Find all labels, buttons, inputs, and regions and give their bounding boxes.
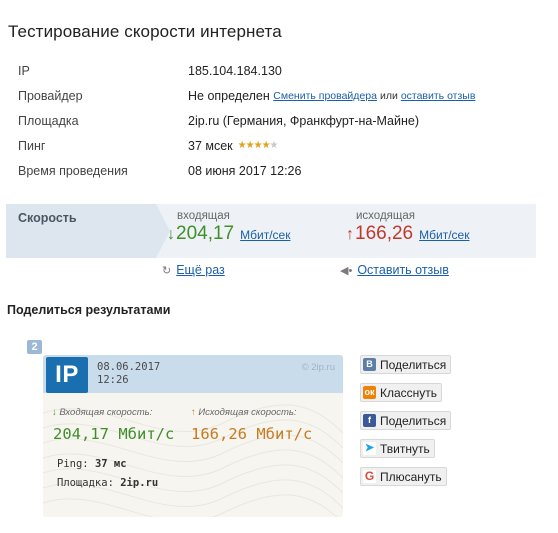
card-date: 08.06.2017 [97, 361, 161, 373]
ip-value: 185.104.184.130 [188, 63, 282, 78]
provider-value: Не определен Сменить провайдера или оста… [188, 89, 475, 103]
info-row-ping: Пинг 37 мсек ★★★★★ [18, 133, 538, 158]
card-outgoing-caption: ↑ Исходящая скорость: [191, 407, 297, 418]
star-icon: ★ [237, 140, 247, 151]
card-incoming-caption: ↓ Входящая скорость: [52, 407, 152, 418]
card-datetime: 08.06.2017 12:26 [97, 361, 160, 387]
star-icon: ★ [253, 140, 263, 151]
review-action[interactable]: ◀• Оставить отзыв [340, 263, 449, 277]
place-value: 2ip.ru (Германия, Франкфурт-на-Майне) [188, 113, 420, 128]
star-icon: ★ [269, 140, 279, 151]
ip-logo: IP [46, 357, 88, 393]
share-vk-button[interactable]: В Поделиться [360, 355, 452, 374]
incoming-value: 204,17 [176, 223, 235, 244]
retry-action[interactable]: ↻ Ещё раз [162, 263, 225, 277]
ping-value-wrap: 37 мсек ★★★★★ [188, 139, 278, 153]
outgoing-speed: исходящая ↑ 166,26 Мбит/сек [346, 210, 469, 245]
card-place: Площадка: 2ip.ru [57, 477, 158, 489]
leave-review-link[interactable]: оставить отзыв [401, 90, 476, 102]
star-icon: ★ [261, 140, 271, 151]
card-brand: © 2ip.ru [301, 362, 335, 373]
info-row-provider: Провайдер Не определен Сменить провайдер… [18, 83, 538, 108]
retry-link[interactable]: Ещё раз [176, 263, 225, 277]
share-google-plus-label: Плюсануть [380, 469, 442, 484]
share-facebook-label: Поделиться [380, 413, 447, 428]
place-label: Площадка [18, 113, 79, 128]
card-incoming-caption-text: Входящая скорость: [59, 407, 153, 418]
outgoing-unit-link[interactable]: Мбит/сек [419, 228, 469, 242]
card-ping-value: 37 мс [94, 458, 127, 470]
speed-label: Скорость [18, 211, 77, 225]
outgoing-value: 166,26 [355, 223, 414, 244]
info-row-place: Площадка 2ip.ru (Германия, Франкфурт-на-… [18, 108, 538, 133]
share-vk-label: Поделиться [380, 357, 447, 372]
card-outgoing-caption-text: Исходящая скорость: [198, 407, 297, 418]
arrow-up-icon: ↑ [346, 226, 354, 243]
ping-label: Пинг [18, 138, 46, 153]
arrow-down-icon: ↓ [52, 407, 57, 418]
outgoing-caption: исходящая [356, 210, 415, 222]
incoming-unit-link[interactable]: Мбит/сек [240, 228, 290, 242]
arrow-down-icon: ↓ [167, 226, 175, 243]
info-row-time: Время проведения 08 июня 2017 12:26 [18, 158, 538, 183]
or-text: или [379, 89, 398, 102]
social-share-list: В Поделиться ок Класснуть f Поделиться ➤… [360, 355, 452, 495]
card-ping-label: Ping: [57, 458, 89, 470]
time-label: Время проведения [18, 163, 128, 178]
card-place-value: 2ip.ru [120, 477, 159, 489]
odnoklassniki-icon: ок [363, 386, 376, 399]
twitter-icon: ➤ [363, 442, 376, 455]
share-twitter-label: Твитнуть [380, 441, 430, 456]
ping-rating-stars-icon: ★★★★★ [237, 140, 279, 151]
card-time: 12:26 [97, 374, 129, 386]
time-value: 08 июня 2017 12:26 [188, 163, 302, 178]
result-card: IP 08.06.2017 12:26 © 2ip.ru ↓ Входящая … [43, 355, 343, 517]
card-header [43, 355, 343, 393]
incoming-speed: входящая ↓ 204,17 Мбит/сек [167, 210, 290, 245]
test-info-table: IP 185.104.184.130 Провайдер Не определе… [18, 58, 538, 183]
ping-value: 37 мсек [188, 138, 233, 153]
star-icon: ★ [245, 140, 255, 151]
share-facebook-button[interactable]: f Поделиться [360, 411, 452, 430]
change-provider-link[interactable]: Сменить провайдера [273, 90, 377, 102]
provider-name: Не определен [188, 88, 270, 103]
ip-label: IP [18, 63, 30, 78]
share-ok-label: Класснуть [380, 385, 438, 400]
provider-label: Провайдер [18, 88, 83, 103]
outgoing-value-wrap: ↑ 166,26 Мбит/сек [346, 223, 469, 245]
facebook-icon: f [363, 414, 376, 427]
card-ping: Ping: 37 мс [57, 458, 127, 470]
incoming-value-wrap: ↓ 204,17 Мбит/сек [167, 223, 290, 245]
google-plus-icon: G [363, 469, 376, 483]
megaphone-icon: ◀• [340, 264, 353, 277]
arrow-up-icon: ↑ [191, 407, 196, 418]
card-outgoing-value: 166,26 Мбит/с [191, 425, 313, 443]
card-place-label: Площадка: [57, 477, 114, 489]
incoming-caption: входящая [177, 210, 230, 222]
vk-icon: В [363, 358, 376, 371]
card-style-badge[interactable]: 2 [27, 340, 42, 354]
card-incoming-value: 204,17 Мбит/с [53, 425, 175, 443]
share-twitter-button[interactable]: ➤ Твитнуть [360, 439, 435, 458]
share-google-plus-button[interactable]: G Плюсануть [360, 467, 447, 486]
review-link[interactable]: Оставить отзыв [357, 263, 449, 277]
speed-panel: Скорость входящая ↓ 204,17 Мбит/сек исхо… [6, 204, 536, 258]
page-title: Тестирование скорости интернета [8, 22, 282, 41]
refresh-icon: ↻ [162, 264, 172, 277]
share-title: Поделиться результатами [7, 303, 171, 317]
share-ok-button[interactable]: ок Класснуть [360, 383, 443, 402]
info-row-ip: IP 185.104.184.130 [18, 58, 538, 83]
